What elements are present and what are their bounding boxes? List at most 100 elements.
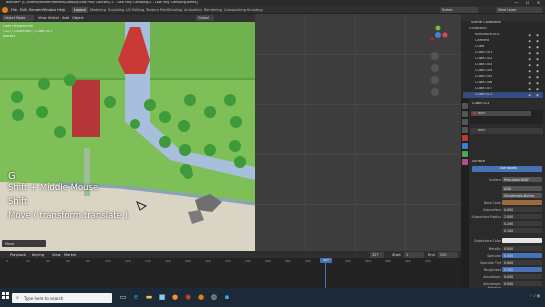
property-field[interactable]: 1.000 — [502, 214, 542, 219]
obs-icon[interactable]: ◍ — [209, 292, 219, 303]
viewport-menu-view[interactable]: View — [38, 16, 47, 20]
property-field[interactable]: 0.000 — [502, 274, 542, 279]
material-slot-label[interactable]: Bark — [478, 112, 485, 115]
scene-tab-icon[interactable] — [462, 127, 468, 133]
tab-scripting[interactable]: Scripting — [245, 7, 265, 13]
tool-tab-icon[interactable] — [462, 103, 468, 109]
photoshop-icon[interactable]: ▪ — [222, 292, 232, 303]
blender-logo-icon[interactable] — [2, 7, 8, 13]
property-row: Specular 0.500 — [470, 253, 543, 259]
timeline-menu-playback[interactable]: Playback — [10, 253, 26, 257]
tab-rendering[interactable]: Rendering — [202, 7, 224, 13]
file-explorer-icon[interactable]: ▬ — [144, 292, 154, 303]
taskbar-search-box[interactable]: ⌕ Type here to search — [12, 293, 112, 303]
camera-icon: ▣ — [536, 57, 539, 61]
property-field[interactable]: 0.200 — [502, 221, 542, 226]
timeline-menu-view[interactable]: View — [52, 253, 61, 257]
property-row: 0.100 — [470, 228, 543, 234]
playhead-frame[interactable]: 327 — [320, 258, 332, 263]
viewport-info-view: User Perspective — [3, 25, 34, 28]
physics-tab-icon[interactable] — [462, 151, 468, 157]
menu-help[interactable]: Help — [57, 8, 65, 12]
camera-icon: ▣ — [536, 69, 539, 73]
property-field[interactable]: 0.000 — [502, 281, 542, 286]
menu-edit[interactable]: Edit — [20, 8, 27, 12]
3d-viewport[interactable]: User Perspective (327) Collection | Cube… — [0, 22, 255, 251]
output-tab-icon[interactable] — [462, 119, 468, 125]
eye-icon: ◉ — [528, 39, 531, 43]
navigation-gizmo-icon[interactable] — [427, 24, 449, 46]
edge-icon[interactable]: e — [131, 292, 141, 303]
zoom-icon[interactable] — [431, 52, 439, 60]
camera-view-icon[interactable] — [431, 76, 439, 84]
outliner: Scene Collection Collection Armature.001… — [461, 14, 545, 99]
search-icon: ⌕ — [16, 295, 19, 301]
view-layer-selector[interactable]: View Layer — [496, 7, 542, 13]
object-tab-icon[interactable] — [462, 135, 468, 141]
store-icon[interactable]: ■ — [157, 292, 167, 303]
grid-view-icon[interactable] — [431, 88, 439, 96]
material-datablock[interactable]: Bark — [470, 128, 543, 134]
property-field[interactable]: 0.100 — [502, 228, 542, 233]
properties-tabs — [461, 99, 469, 288]
menu-render[interactable]: Render — [29, 8, 42, 12]
task-view-icon[interactable]: ▭ — [118, 292, 128, 303]
render-tab-icon[interactable] — [462, 111, 468, 117]
timeline-menu-keying[interactable]: Keying — [32, 253, 44, 257]
timeline-ticks: 0 20 40 60 80 100 120 140 160 180 200 22… — [0, 258, 461, 288]
property-field[interactable]: 0.000 — [502, 207, 542, 212]
secondary-3d-viewport[interactable] — [255, 14, 461, 251]
camera-icon: ▣ — [536, 75, 539, 79]
tab-modeling[interactable]: Modeling — [88, 7, 108, 13]
base-color-swatch[interactable] — [502, 200, 542, 205]
viewport-menu-add[interactable]: Add — [62, 16, 69, 20]
outliner-scene-collection[interactable]: Scene Collection — [471, 21, 501, 25]
camera-icon: ▣ — [536, 39, 539, 43]
surface-type-dropdown[interactable]: Principled BSDF — [502, 177, 542, 182]
eye-icon: ◉ — [528, 75, 531, 79]
scene-selector[interactable]: Scene — [440, 7, 478, 13]
subsurface-method-dropdown[interactable]: Christensen-Burley — [502, 193, 542, 198]
eye-icon: ◉ — [528, 81, 531, 85]
material-tab-icon[interactable] — [462, 159, 468, 165]
viewport-info-units: Meters — [3, 35, 16, 38]
surface-panel-header[interactable]: Surface — [472, 160, 485, 163]
eye-icon: ◉ — [528, 57, 531, 61]
tab-layout[interactable]: Layout — [72, 7, 88, 13]
pan-icon[interactable] — [431, 64, 439, 72]
mode-selector[interactable]: Object Mode — [2, 15, 34, 21]
system-tray[interactable]: ⌔ ♪ ▤ — [480, 294, 540, 302]
subsurface-color-swatch[interactable] — [502, 238, 542, 243]
last-operator-panel[interactable]: Move — [2, 240, 46, 247]
distribution-dropdown[interactable]: GGX — [502, 186, 542, 191]
timeline-menu-marker[interactable]: Marker — [64, 253, 76, 257]
firefox-icon[interactable]: ● — [170, 292, 180, 303]
tab-uv-editing[interactable]: UV Editing — [124, 7, 146, 13]
modifier-tab-icon[interactable] — [462, 143, 468, 149]
window-title: Blender* [C:\Users\Renderhfarhad\Lowpoly… — [6, 1, 198, 4]
property-field[interactable]: 0.000 — [502, 260, 542, 265]
menu-window[interactable]: Window — [42, 8, 56, 12]
viewport-menu-object[interactable]: Object — [72, 16, 84, 20]
use-nodes-button[interactable]: Use Nodes — [472, 166, 542, 172]
property-field[interactable]: 0.500 — [502, 267, 542, 272]
wifi-icon: ⌔ — [528, 294, 533, 298]
property-row: Specular Tint 0.000 — [470, 260, 543, 266]
orientation-selector[interactable]: Global — [196, 15, 214, 21]
windows-logo-icon[interactable] — [2, 292, 9, 299]
property-field[interactable]: 0.000 — [502, 246, 542, 251]
chrome-icon[interactable]: ◉ — [183, 292, 193, 303]
playhead-line — [325, 263, 326, 288]
keypress-shift-middle-mouse: Shift + Middle Mouse — [8, 183, 99, 193]
speaker-icon: ♪ — [533, 294, 536, 298]
property-row: Subsurface 0.000 — [470, 207, 543, 213]
property-row: Anisotropic 0.000 — [470, 274, 543, 280]
menu-file[interactable]: File — [11, 8, 17, 12]
material-slot-list[interactable]: Bark — [470, 110, 543, 124]
viewport-menu-select[interactable]: Select — [48, 16, 59, 20]
outliner-item-selected[interactable]: Cube.011 ◉ ▣ — [463, 92, 543, 98]
eye-icon: ◉ — [528, 51, 531, 55]
blender-icon[interactable]: ● — [196, 292, 206, 303]
tab-animation[interactable]: Animation — [182, 7, 204, 13]
property-field[interactable]: 0.500 — [502, 253, 542, 258]
